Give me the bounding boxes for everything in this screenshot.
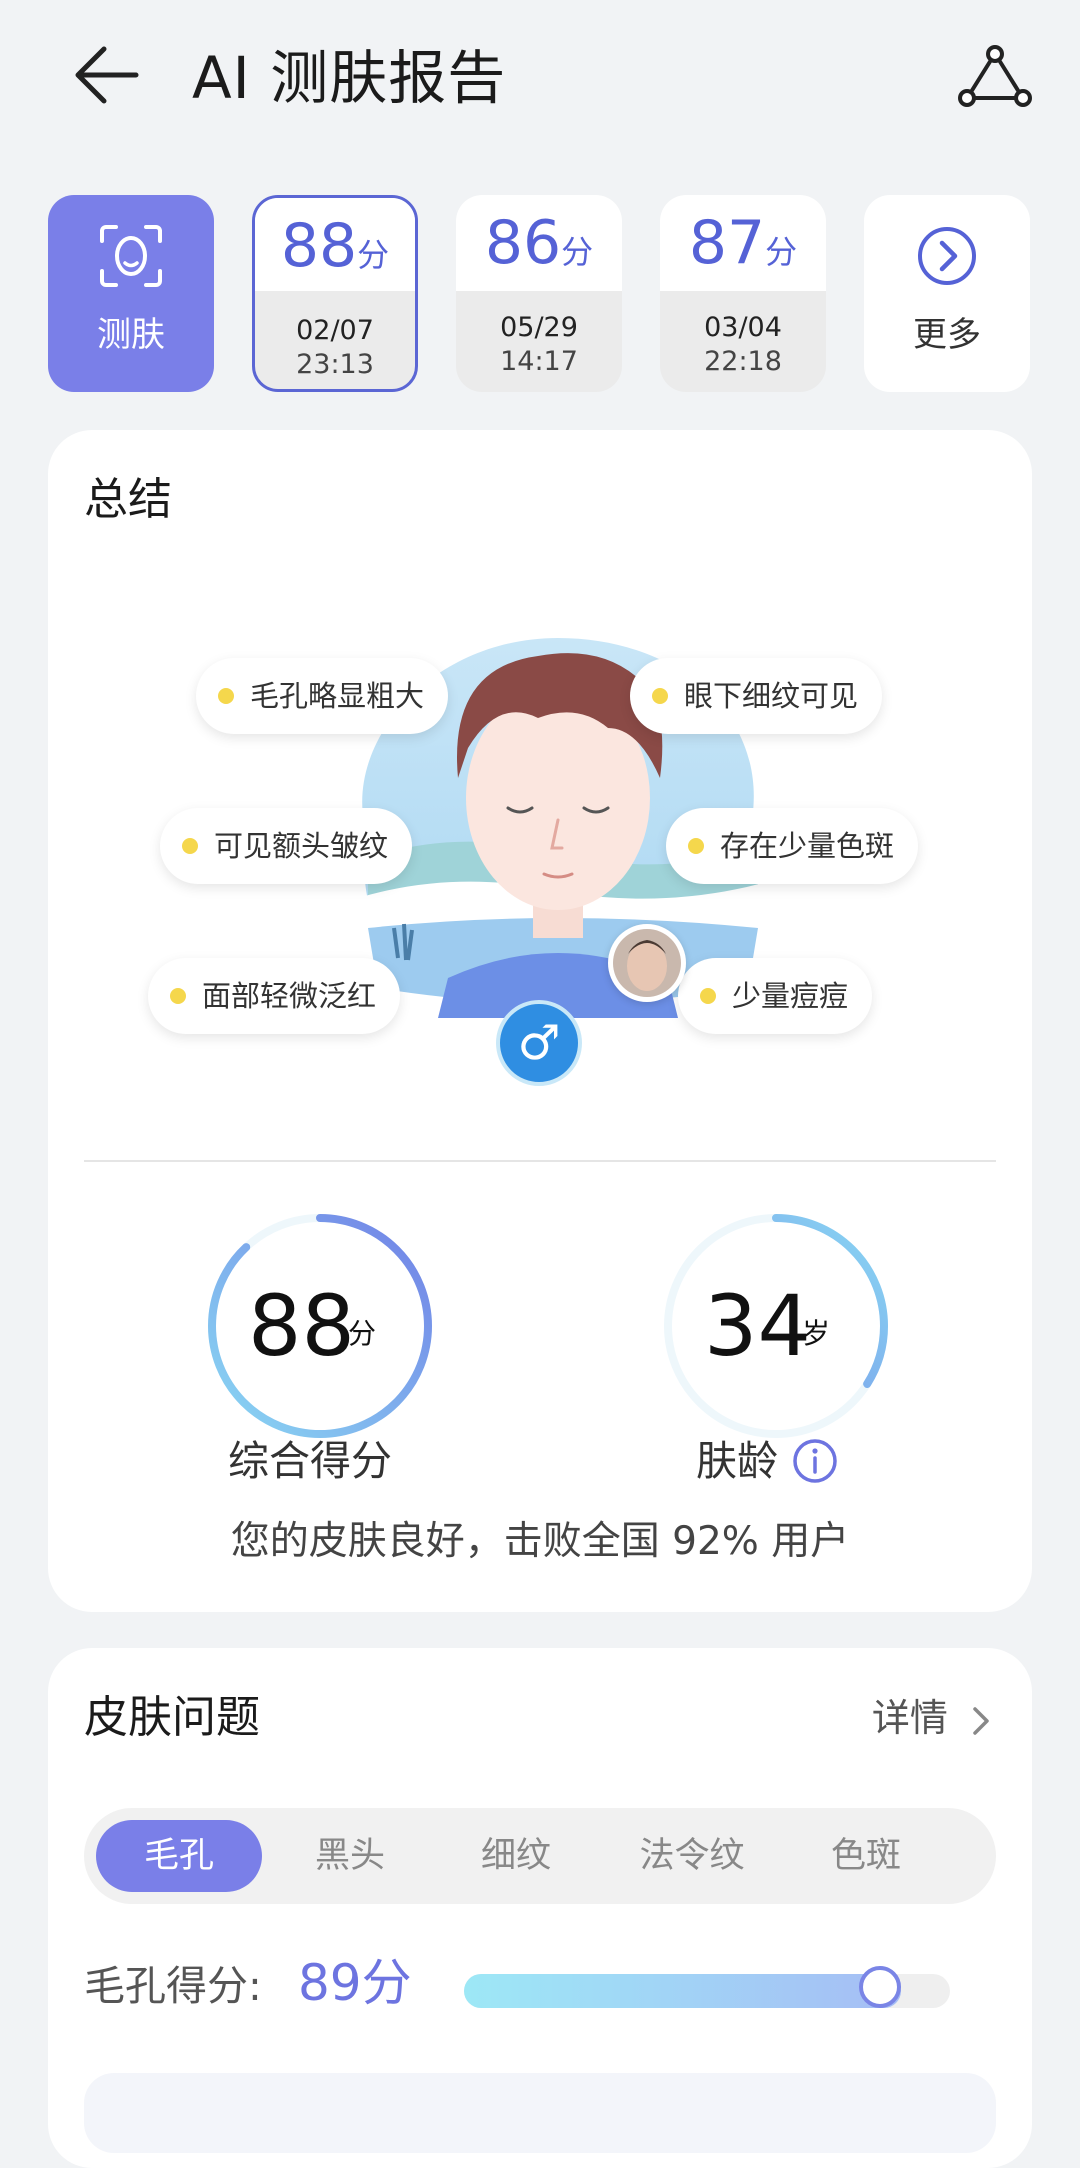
summary-panel: 总结 毛孔略显粗大 眼下细纹可见 可见额头皱纹 存在少量色斑 面部轻微泛红 少量… xyxy=(48,430,1032,1612)
share-button[interactable] xyxy=(955,40,1035,116)
tab-pores[interactable]: 毛孔 xyxy=(96,1820,262,1892)
share-icon xyxy=(958,45,1032,107)
page-title: AI 测肤报告 xyxy=(192,44,507,112)
gender-male-icon: ♂ xyxy=(496,1000,582,1086)
pore-detail-card xyxy=(84,2073,996,2153)
report-date: 03/04 xyxy=(704,312,782,343)
report-card-1[interactable]: 88分 02/07 23:13 xyxy=(252,195,418,392)
report-date: 02/07 xyxy=(296,315,374,346)
tag-dot xyxy=(700,988,716,1004)
tag-label: 眼下细纹可见 xyxy=(684,679,859,713)
overall-score-value: 88 xyxy=(248,1277,355,1375)
tab-blackheads[interactable]: 黑头 xyxy=(280,1820,420,1892)
summary-tag: 毛孔略显粗大 xyxy=(196,658,449,734)
chevron-circle-right-icon xyxy=(918,227,976,285)
pore-score-fill xyxy=(464,1974,901,2008)
summary-tag: 存在少量色斑 xyxy=(666,808,919,884)
skin-age-label: 肤龄 xyxy=(696,1437,778,1485)
summary-tag: 可见额头皱纹 xyxy=(160,808,413,884)
report-score-unit: 分 xyxy=(357,236,390,274)
back-button[interactable] xyxy=(70,40,150,110)
report-score: 86 xyxy=(484,208,562,278)
tag-label: 存在少量色斑 xyxy=(720,829,895,863)
details-link[interactable]: 详情 xyxy=(872,1690,996,1746)
user-photo-thumbnail[interactable] xyxy=(608,924,686,1002)
more-history-button[interactable]: 更多 xyxy=(864,195,1030,392)
report-score: 87 xyxy=(688,208,766,278)
more-label: 更多 xyxy=(913,315,981,355)
report-date: 05/29 xyxy=(500,312,578,343)
skin-age-value: 34 xyxy=(704,1277,811,1375)
divider xyxy=(84,1160,996,1162)
summary-title: 总结 xyxy=(84,474,172,525)
report-time: 22:18 xyxy=(704,346,782,377)
report-time: 23:13 xyxy=(296,349,374,380)
skin-problems-panel: 皮肤问题 详情 毛孔 黑头 细纹 法令纹 色斑 毛孔得分: 89分 xyxy=(48,1648,1032,2168)
face-scan-icon xyxy=(100,225,162,287)
skin-scan-button[interactable]: 测肤 xyxy=(48,195,214,392)
info-icon xyxy=(793,1439,837,1483)
summary-tag: 面部轻微泛红 xyxy=(148,958,401,1034)
tag-label: 面部轻微泛红 xyxy=(202,979,377,1013)
report-score-unit: 分 xyxy=(561,233,594,271)
tag-label: 毛孔略显粗大 xyxy=(250,679,425,713)
problem-tabs: 毛孔 黑头 细纹 法令纹 色斑 xyxy=(84,1808,996,1904)
summary-tag: 眼下细纹可见 xyxy=(630,658,883,734)
pore-score-label: 毛孔得分: xyxy=(84,1962,262,2010)
report-score: 88 xyxy=(280,211,358,281)
tag-label: 可见额头皱纹 xyxy=(214,829,389,863)
tag-dot xyxy=(218,688,234,704)
tag-dot xyxy=(170,988,186,1004)
tag-dot xyxy=(652,688,668,704)
pore-score-bar xyxy=(464,1966,950,2008)
skin-scan-label: 测肤 xyxy=(97,315,165,355)
overall-score-label: 综合得分 xyxy=(228,1437,392,1485)
summary-tag: 少量痘痘 xyxy=(678,958,873,1034)
tag-label: 少量痘痘 xyxy=(732,979,849,1013)
tab-nasolabial-folds[interactable]: 法令纹 xyxy=(612,1820,772,1892)
overall-score-unit: 分 xyxy=(348,1317,377,1350)
pore-score-knob xyxy=(859,1966,901,2008)
tag-dot xyxy=(182,838,198,854)
face-photo xyxy=(613,929,681,997)
chevron-right-icon xyxy=(973,1706,989,1735)
report-time: 14:17 xyxy=(500,346,578,377)
report-score-unit: 分 xyxy=(765,233,798,271)
details-label: 详情 xyxy=(871,1696,948,1740)
tag-dot xyxy=(688,838,704,854)
tab-spots[interactable]: 色斑 xyxy=(796,1820,936,1892)
skin-age-unit: 岁 xyxy=(802,1317,831,1350)
tab-fine-lines[interactable]: 细纹 xyxy=(446,1820,586,1892)
info-button[interactable] xyxy=(792,1438,838,1488)
arrow-left-icon xyxy=(75,46,139,104)
report-card-2[interactable]: 86分 05/29 14:17 xyxy=(456,195,622,392)
skin-problems-title: 皮肤问题 xyxy=(84,1692,260,1743)
summary-text: 您的皮肤良好，击败全国 92% 用户 xyxy=(230,1519,850,1564)
pore-score-value: 89分 xyxy=(298,1954,412,2012)
report-card-3[interactable]: 87分 03/04 22:18 xyxy=(660,195,826,392)
